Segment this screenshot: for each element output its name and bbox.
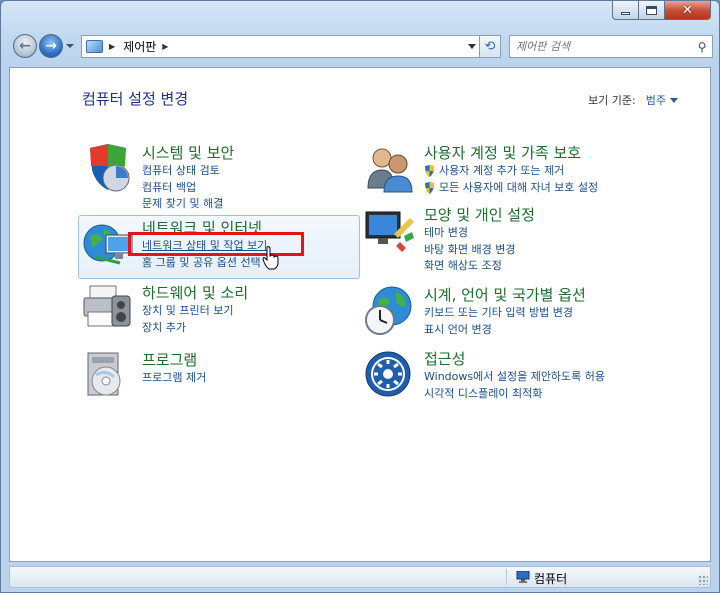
hand-cursor-icon bbox=[262, 246, 279, 270]
link-display-language[interactable]: 표시 언어 변경 bbox=[424, 322, 573, 339]
link-change-keyboard[interactable]: 키보드 또는 기타 입력 방법 변경 bbox=[424, 305, 573, 322]
link-add-device[interactable]: 장치 추가 bbox=[142, 320, 233, 337]
category-title[interactable]: 시스템 및 보안 bbox=[142, 142, 234, 163]
content-area: 컴퓨터 설정 변경 보기 기준: 범주 시스템 및 보안 컴퓨터 상태 검토 컴… bbox=[9, 67, 711, 562]
search-box: ⚲ bbox=[509, 35, 713, 58]
refresh-icon: ⟲ bbox=[484, 39, 496, 54]
search-input[interactable] bbox=[510, 37, 692, 56]
category-title[interactable]: 모양 및 개인 설정 bbox=[424, 204, 535, 225]
view-by-value: 범주 bbox=[645, 94, 666, 107]
minimize-icon bbox=[621, 11, 630, 15]
address-dropdown-icon[interactable] bbox=[468, 44, 476, 49]
status-bar: 컴퓨터 bbox=[9, 566, 711, 588]
category-links: 컴퓨터 상태 검토 컴퓨터 백업 문제 찾기 및 해결 bbox=[142, 163, 223, 213]
link-troubleshoot[interactable]: 문제 찾기 및 해결 bbox=[142, 196, 223, 213]
shield-icon[interactable] bbox=[82, 142, 134, 194]
display-personalization-icon[interactable] bbox=[364, 204, 416, 256]
computer-icon bbox=[516, 571, 530, 583]
link-homegroup[interactable]: 홈 그룹 및 공유 옵션 선택 bbox=[142, 255, 267, 272]
navigation-bar: ← → ▶ 제어판 ▶ ⟲ ⚲ bbox=[9, 31, 713, 61]
breadcrumb-arrow-icon[interactable]: ▶ bbox=[162, 42, 168, 51]
users-icon[interactable] bbox=[364, 142, 416, 194]
page-title: 컴퓨터 설정 변경 bbox=[82, 90, 189, 108]
ease-of-access-icon[interactable] bbox=[364, 348, 416, 400]
link-screen-resolution[interactable]: 화면 해상도 조정 bbox=[424, 258, 515, 275]
status-location: 컴퓨터 bbox=[534, 572, 568, 586]
back-button[interactable]: ← bbox=[13, 34, 37, 58]
link-label: 모든 사용자에 대해 자녀 보호 설정 bbox=[439, 180, 599, 194]
forward-button[interactable]: → bbox=[39, 34, 63, 58]
minimize-button[interactable] bbox=[612, 1, 639, 20]
link-let-windows-suggest[interactable]: Windows에서 설정을 제안하도록 허용 bbox=[424, 369, 605, 386]
link-change-theme[interactable]: 테마 변경 bbox=[424, 225, 515, 242]
resize-grip[interactable] bbox=[698, 575, 708, 585]
link-review-status[interactable]: 컴퓨터 상태 검토 bbox=[142, 163, 223, 180]
link-optimize-display[interactable]: 시각적 디스플레이 최적화 bbox=[424, 386, 605, 403]
link-backup[interactable]: 컴퓨터 백업 bbox=[142, 180, 223, 197]
control-panel-window: ✕ ← → ▶ 제어판 ▶ ⟲ ⚲ 컴퓨터 설정 변경 보기 기준: 범주 bbox=[0, 0, 720, 593]
network-globe-icon[interactable] bbox=[82, 217, 134, 269]
category-links: Windows에서 설정을 제안하도록 허용 시각적 디스플레이 최적화 bbox=[424, 369, 605, 402]
category-links: 사용자 계정 추가 또는 제거 모든 사용자에 대해 자녀 보호 설정 bbox=[424, 163, 598, 196]
category-links: 키보드 또는 기타 입력 방법 변경 표시 언어 변경 bbox=[424, 305, 573, 338]
view-by-label: 보기 기준: bbox=[588, 94, 636, 107]
link-uninstall-program[interactable]: 프로그램 제거 bbox=[142, 370, 206, 387]
caption-buttons: ✕ bbox=[612, 1, 711, 20]
link-parental-controls[interactable]: 모든 사용자에 대해 자녀 보호 설정 bbox=[424, 180, 598, 197]
link-add-remove-accounts[interactable]: 사용자 계정 추가 또는 제거 bbox=[424, 163, 598, 180]
recent-pages-dropdown[interactable] bbox=[66, 44, 74, 48]
maximize-button[interactable] bbox=[639, 1, 665, 20]
control-panel-icon bbox=[86, 40, 103, 53]
category-title[interactable]: 프로그램 bbox=[142, 349, 197, 370]
category-title[interactable]: 시계, 언어 및 국가별 옵션 bbox=[424, 284, 586, 305]
close-icon: ✕ bbox=[682, 2, 693, 18]
programs-disc-icon[interactable] bbox=[82, 349, 134, 401]
category-links: 테마 변경 바탕 화면 배경 변경 화면 해상도 조정 bbox=[424, 225, 515, 275]
category-title[interactable]: 접근성 bbox=[424, 348, 465, 369]
refresh-button[interactable]: ⟲ bbox=[479, 35, 501, 58]
address-bar[interactable]: ▶ 제어판 ▶ ⟲ bbox=[81, 35, 501, 58]
category-title[interactable]: 하드웨어 및 소리 bbox=[142, 282, 248, 303]
uac-shield-icon bbox=[425, 165, 434, 177]
category-title[interactable]: 사용자 계정 및 가족 보호 bbox=[424, 142, 581, 163]
close-button[interactable]: ✕ bbox=[665, 1, 711, 20]
printer-icon[interactable] bbox=[82, 282, 134, 334]
breadcrumb-arrow-icon[interactable]: ▶ bbox=[109, 42, 115, 51]
link-label: 사용자 계정 추가 또는 제거 bbox=[439, 164, 565, 177]
maximize-icon bbox=[646, 5, 657, 15]
category-links: 프로그램 제거 bbox=[142, 370, 206, 387]
search-icon[interactable]: ⚲ bbox=[692, 40, 712, 54]
clock-globe-icon[interactable] bbox=[364, 284, 416, 336]
breadcrumb-control-panel[interactable]: 제어판 bbox=[123, 38, 156, 55]
status-separator bbox=[506, 569, 507, 585]
link-devices-printers[interactable]: 장치 및 프린터 보기 bbox=[142, 303, 233, 320]
category-links: 장치 및 프린터 보기 장치 추가 bbox=[142, 303, 233, 336]
uac-shield-icon bbox=[425, 181, 434, 194]
link-desktop-background[interactable]: 바탕 화면 배경 변경 bbox=[424, 242, 515, 259]
view-by-dropdown[interactable]: 범주 bbox=[646, 92, 678, 108]
chevron-down-icon bbox=[670, 97, 678, 103]
